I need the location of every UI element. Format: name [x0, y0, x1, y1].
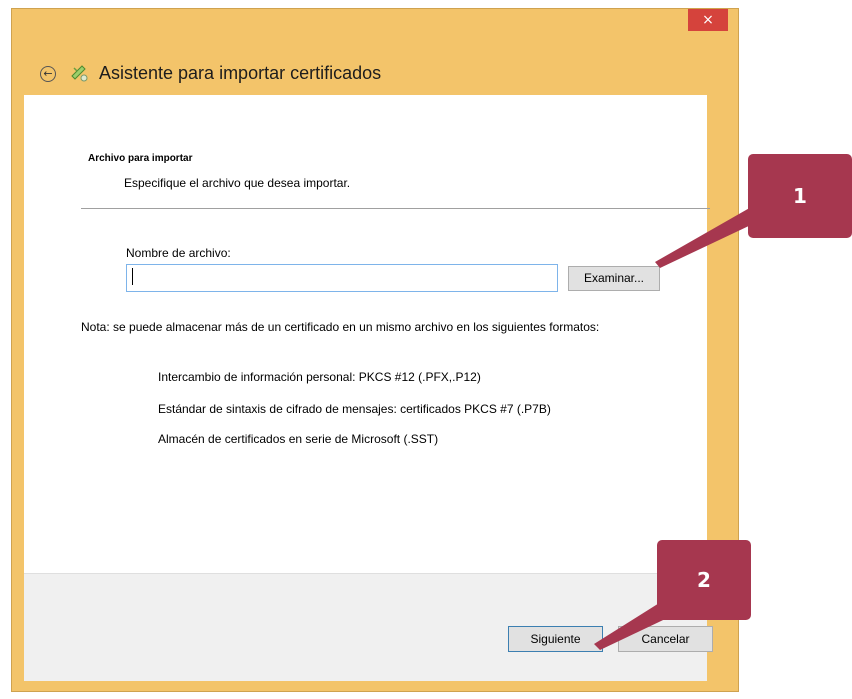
browse-button[interactable]: Examinar... — [568, 266, 660, 291]
certificate-wizard-icon — [68, 62, 90, 84]
next-button[interactable]: Siguiente — [508, 626, 603, 652]
cancel-button[interactable]: Cancelar — [618, 626, 713, 652]
section-subtitle: Especifique el archivo que desea importa… — [124, 176, 351, 190]
wizard-footer — [24, 573, 707, 681]
wizard-title: Asistente para importar certificados — [99, 63, 382, 83]
back-arrow-icon[interactable]: ← — [40, 66, 56, 82]
format-item: Estándar de sintaxis de cifrado de mensa… — [158, 402, 551, 416]
format-item: Almacén de certificados en serie de Micr… — [158, 432, 439, 446]
title-bar: ← Asistente para importar certificados — [12, 53, 738, 97]
callout-badge-1: 1 — [748, 154, 852, 238]
wizard-content-panel — [24, 95, 707, 573]
format-item: Intercambio de información personal: PKC… — [158, 370, 481, 384]
formats-note: Nota: se puede almacenar más de un certi… — [81, 320, 600, 334]
close-button[interactable]: × — [688, 9, 728, 31]
section-divider — [81, 208, 710, 209]
file-name-input[interactable] — [126, 264, 558, 292]
callout-badge-2: 2 — [657, 540, 751, 620]
file-name-label: Nombre de archivo: — [126, 246, 231, 260]
section-title: Archivo para importar — [88, 153, 193, 164]
text-caret — [132, 268, 133, 285]
